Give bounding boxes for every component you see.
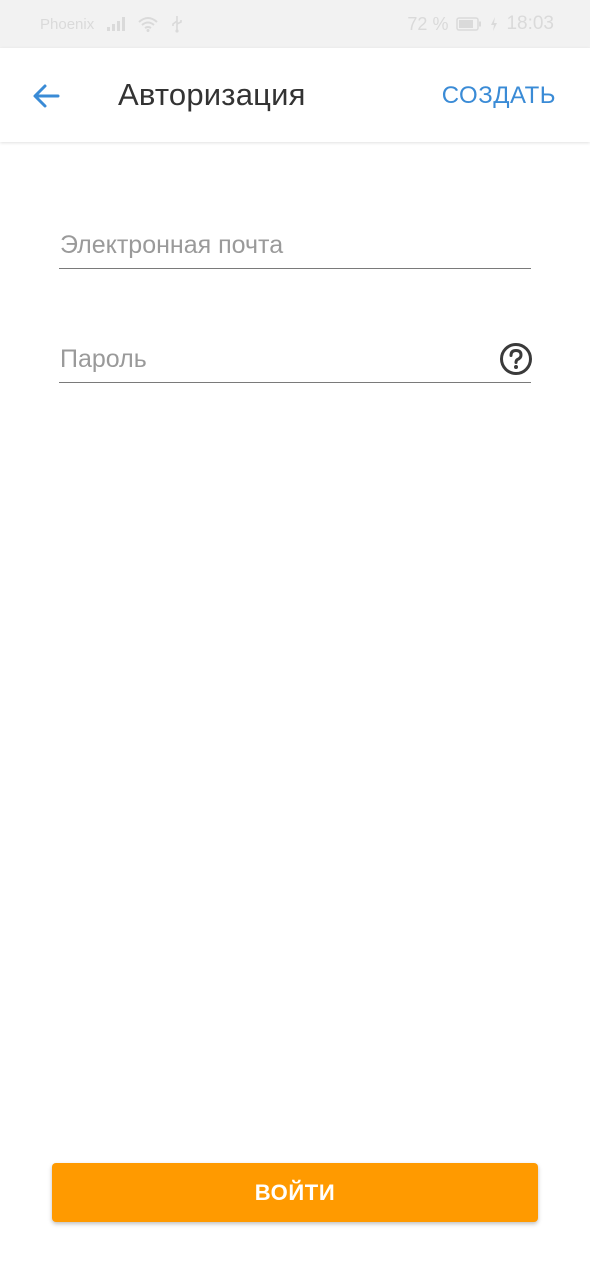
status-bar: Phoenix 72 % 18:03 bbox=[0, 0, 590, 48]
wifi-icon bbox=[138, 16, 158, 32]
charging-icon bbox=[490, 17, 498, 31]
back-button[interactable] bbox=[28, 78, 64, 114]
clock: 18:03 bbox=[506, 13, 554, 34]
email-field bbox=[59, 228, 531, 269]
password-input[interactable] bbox=[59, 342, 531, 382]
carrier-name: Phoenix bbox=[40, 15, 95, 33]
usb-icon bbox=[170, 15, 184, 33]
create-account-button[interactable]: СОЗДАТЬ bbox=[442, 82, 556, 110]
email-input[interactable] bbox=[59, 228, 531, 268]
app-bar: Авторизация СОЗДАТЬ bbox=[0, 48, 590, 142]
page-title: Авторизация bbox=[118, 77, 306, 112]
signal-icon bbox=[106, 16, 126, 32]
arrow-left-icon bbox=[33, 84, 60, 108]
password-field bbox=[59, 342, 533, 383]
question-circle-icon[interactable] bbox=[499, 342, 533, 376]
status-left: Phoenix bbox=[40, 15, 184, 33]
battery-percent: 72 % bbox=[407, 13, 449, 34]
status-right: 72 % 18:03 bbox=[407, 13, 554, 35]
battery-icon bbox=[456, 17, 482, 31]
login-button[interactable]: ВОЙТИ bbox=[52, 1163, 538, 1222]
